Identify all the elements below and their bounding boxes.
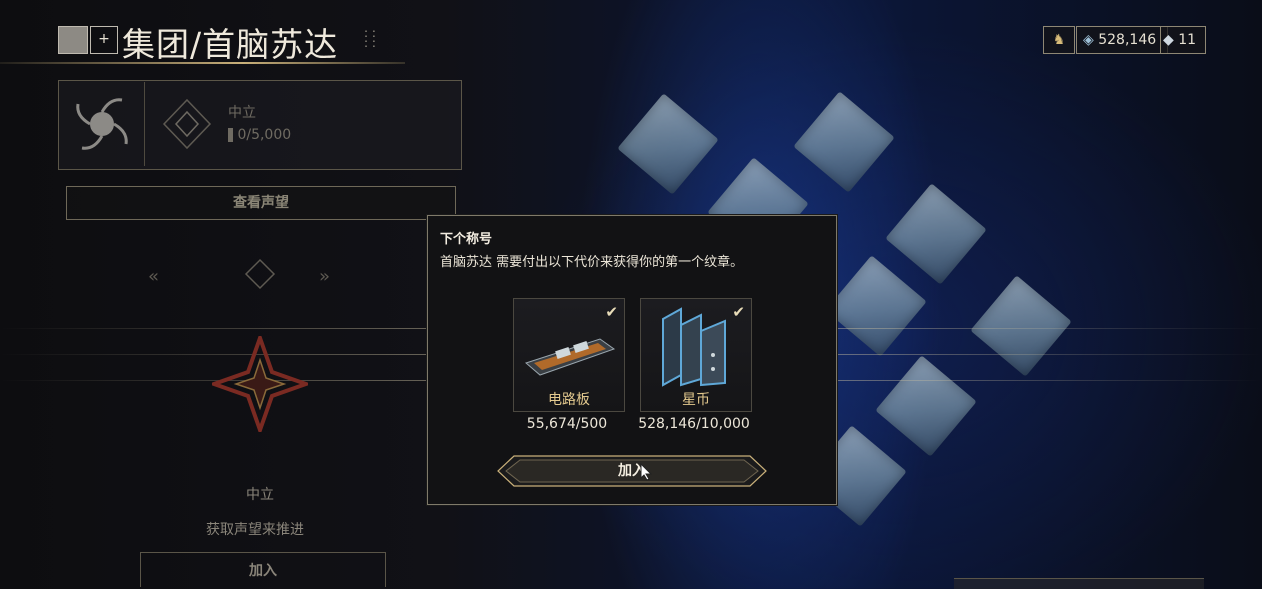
profile-icon[interactable]: ♞ bbox=[1043, 26, 1075, 54]
decor-cube bbox=[875, 355, 977, 457]
item-circuits[interactable]: ✔ 电路板 bbox=[513, 298, 625, 412]
decor-cube bbox=[793, 91, 895, 193]
item-credits[interactable]: ✔ 星币 bbox=[640, 298, 752, 412]
join-button[interactable]: 加入 bbox=[496, 454, 768, 488]
circuits-icon bbox=[522, 329, 616, 385]
platinum-value: 11 bbox=[1178, 32, 1197, 48]
left-join-label: 加入 bbox=[249, 563, 277, 579]
standing-title: 中立 bbox=[228, 105, 256, 121]
standing-progress-value: 0/5,000 bbox=[237, 127, 292, 143]
add-button[interactable]: + bbox=[90, 26, 118, 54]
dialog-description: 首脑苏达 需要付出以下代价来获得你的第一个纹章。 bbox=[440, 255, 744, 270]
standing-progress: 0/5,000 bbox=[228, 127, 291, 143]
credits-value: 528,146 bbox=[1098, 32, 1157, 48]
platinum-icon: ◆ bbox=[1163, 32, 1174, 48]
decor-cube bbox=[970, 275, 1072, 377]
faction-icon bbox=[58, 26, 88, 54]
credits-display: ◈ 528,146 bbox=[1076, 26, 1168, 54]
left-join-button[interactable]: 加入 bbox=[140, 552, 386, 587]
platinum-display: ◆ 11 bbox=[1160, 26, 1206, 54]
view-standing-button[interactable]: 查看声望 bbox=[66, 186, 456, 220]
next-rank-dialog: 下个称号 首脑苏达 需要付出以下代价来获得你的第一个纹章。 ✔ 电路板 55,6… bbox=[427, 215, 837, 505]
credits-icon: ◈ bbox=[1083, 32, 1094, 48]
standing-icon bbox=[228, 128, 233, 142]
decor-cube bbox=[885, 183, 987, 285]
syndicate-sigil-icon bbox=[207, 331, 313, 437]
rank-label: 中立 bbox=[246, 487, 274, 503]
dialog-title: 下个称号 bbox=[440, 232, 493, 247]
item-name: 电路板 bbox=[548, 392, 590, 408]
faction-emblem bbox=[60, 82, 145, 166]
item-name: 星币 bbox=[682, 392, 710, 408]
cursor-icon bbox=[640, 462, 653, 485]
credits-icon bbox=[655, 305, 735, 391]
decor-cube bbox=[617, 93, 719, 195]
header-dots: : :: : bbox=[364, 26, 376, 50]
rank-hint: 获取声望来推进 bbox=[206, 522, 304, 538]
page-title: 集团/首脑苏达 bbox=[122, 25, 339, 64]
decor-cube bbox=[825, 255, 927, 357]
item-count: 528,146/10,000 bbox=[638, 416, 750, 432]
bottom-right-panel bbox=[954, 578, 1204, 589]
check-icon: ✔ bbox=[605, 303, 618, 321]
rank-emblem-icon bbox=[162, 98, 212, 154]
title-underline bbox=[0, 62, 405, 64]
